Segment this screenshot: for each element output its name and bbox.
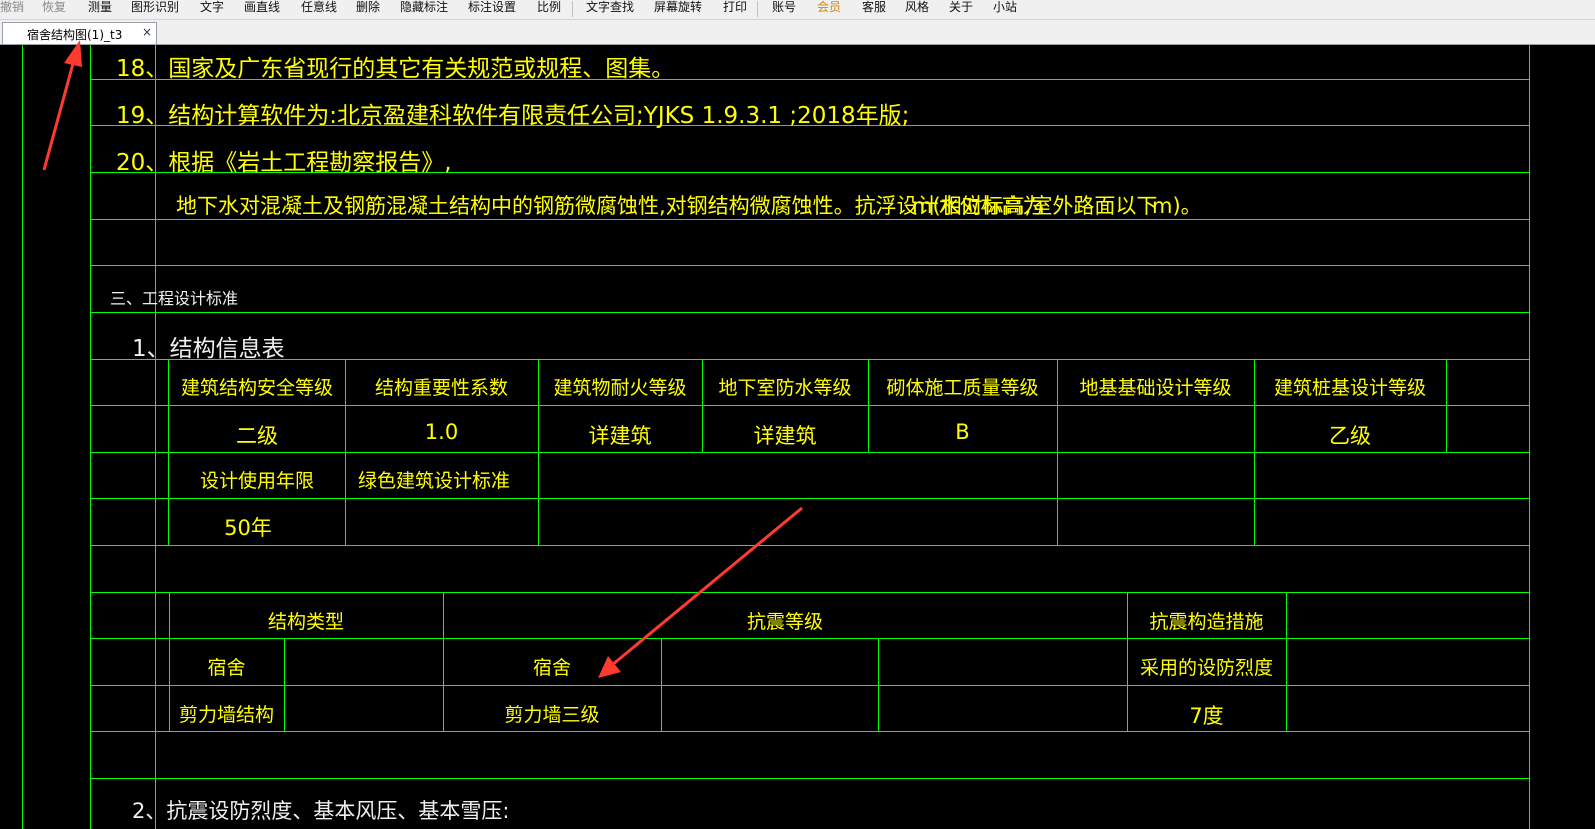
- table-2-seismic-grade-header: 抗震等级: [746, 611, 823, 633]
- menu-customer-service[interactable]: 客服: [862, 0, 886, 19]
- menu-hide-annotations[interactable]: 隐藏标注: [400, 0, 448, 19]
- menu-shape-recognition[interactable]: 图形识别: [131, 0, 179, 19]
- note-20-detail-b: m(相对标高,室外路面以下: [912, 194, 1158, 218]
- table-1-header-cell: 砌体施工质量等级: [886, 377, 1039, 399]
- table-1-header-cell: 结构重要性系数: [374, 377, 508, 399]
- table-1-title: 1、结构信息表: [132, 336, 285, 362]
- menu-text-search[interactable]: 文字查找: [586, 0, 634, 19]
- menu-about[interactable]: 关于: [949, 0, 973, 19]
- table-2-building-b: 宿舍: [532, 657, 571, 679]
- green-standard-label: 绿色建筑设计标准: [358, 470, 511, 492]
- menu-redo[interactable]: 恢复: [42, 0, 66, 19]
- document-tab-bar: 宿舍结构图(1)_t3 ×: [0, 20, 1595, 45]
- table-1-header-cell: 地基基础设计等级: [1079, 377, 1232, 399]
- note-19: 19、结构计算软件为:北京盈建科软件有限责任公司;YJKS 1.9.3.1 ;2…: [116, 103, 910, 129]
- menu-measure[interactable]: 测量: [88, 0, 112, 19]
- table-1-value-cell: 乙级: [1329, 424, 1371, 448]
- table-1-header-cell: 建筑物耐火等级: [553, 377, 687, 399]
- menu-mini-site[interactable]: 小站: [993, 0, 1017, 19]
- close-icon[interactable]: ×: [142, 25, 152, 39]
- table-2-seismic-measure-header: 抗震构造措施: [1149, 611, 1264, 633]
- menu-bar: 撤销 恢复 测量 图形识别 文字 画直线 任意线 删除 隐藏标注 标注设置 比例…: [0, 0, 1595, 20]
- note-18: 18、国家及广东省现行的其它有关规范或规程、图集。: [116, 56, 675, 82]
- drawing-canvas[interactable]: 18、国家及广东省现行的其它有关规范或规程、图集。 19、结构计算软件为:北京盈…: [0, 45, 1595, 829]
- table-1-value-cell: B: [955, 420, 970, 444]
- menu-account[interactable]: 账号: [772, 0, 796, 19]
- table-2-fortification-label: 采用的设防烈度: [1139, 657, 1273, 679]
- menu-scale[interactable]: 比例: [537, 0, 561, 19]
- menu-annotation-settings[interactable]: 标注设置: [468, 0, 516, 19]
- menu-separator: [757, 1, 758, 17]
- menu-text[interactable]: 文字: [200, 0, 224, 19]
- table-2-building-a: 宿舍: [207, 657, 246, 679]
- table-2-intensity-value: 7度: [1189, 704, 1224, 728]
- menu-print[interactable]: 打印: [723, 0, 747, 19]
- table-1-value-cell: 详建筑: [588, 424, 652, 448]
- note-20: 20、根据《岩土工程勘察报告》,: [116, 150, 452, 176]
- menu-undo[interactable]: 撤销: [0, 0, 24, 19]
- table-2-structure-type-header: 结构类型: [267, 611, 344, 633]
- menu-rotate-screen[interactable]: 屏幕旋转: [654, 0, 702, 19]
- menu-style[interactable]: 风格: [905, 0, 929, 19]
- table-2-grade-value: 剪力墙三级: [504, 704, 600, 726]
- table-1-header-cell: 建筑桩基设计等级: [1273, 377, 1426, 399]
- menu-delete[interactable]: 删除: [356, 0, 380, 19]
- table-1-value-cell: 二级: [236, 424, 278, 448]
- table-1-header-cell: 地下室防水等级: [718, 377, 852, 399]
- menu-draw-line[interactable]: 画直线: [244, 0, 280, 19]
- note-20-detail-c: m)。: [1152, 194, 1202, 218]
- table-1-value-cell: 详建筑: [753, 424, 817, 448]
- menu-separator: [572, 1, 573, 17]
- table-1-value-cell: 1.0: [424, 420, 459, 444]
- table-1-header-cell: 建筑结构安全等级: [180, 377, 333, 399]
- section-2-title: 2、抗震设防烈度、基本风压、基本雪压:: [132, 799, 510, 823]
- menu-vip[interactable]: 会员: [817, 0, 841, 19]
- section-3-title: 三、工程设计标准: [110, 289, 239, 308]
- document-tab-label: 宿舍结构图(1)_t3: [27, 28, 123, 42]
- menu-free-line[interactable]: 任意线: [301, 0, 337, 19]
- service-life-value: 50年: [224, 516, 272, 540]
- service-life-label: 设计使用年限: [199, 470, 314, 492]
- document-tab[interactable]: 宿舍结构图(1)_t3 ×: [2, 22, 157, 44]
- table-2-structure-value: 剪力墙结构: [178, 704, 274, 726]
